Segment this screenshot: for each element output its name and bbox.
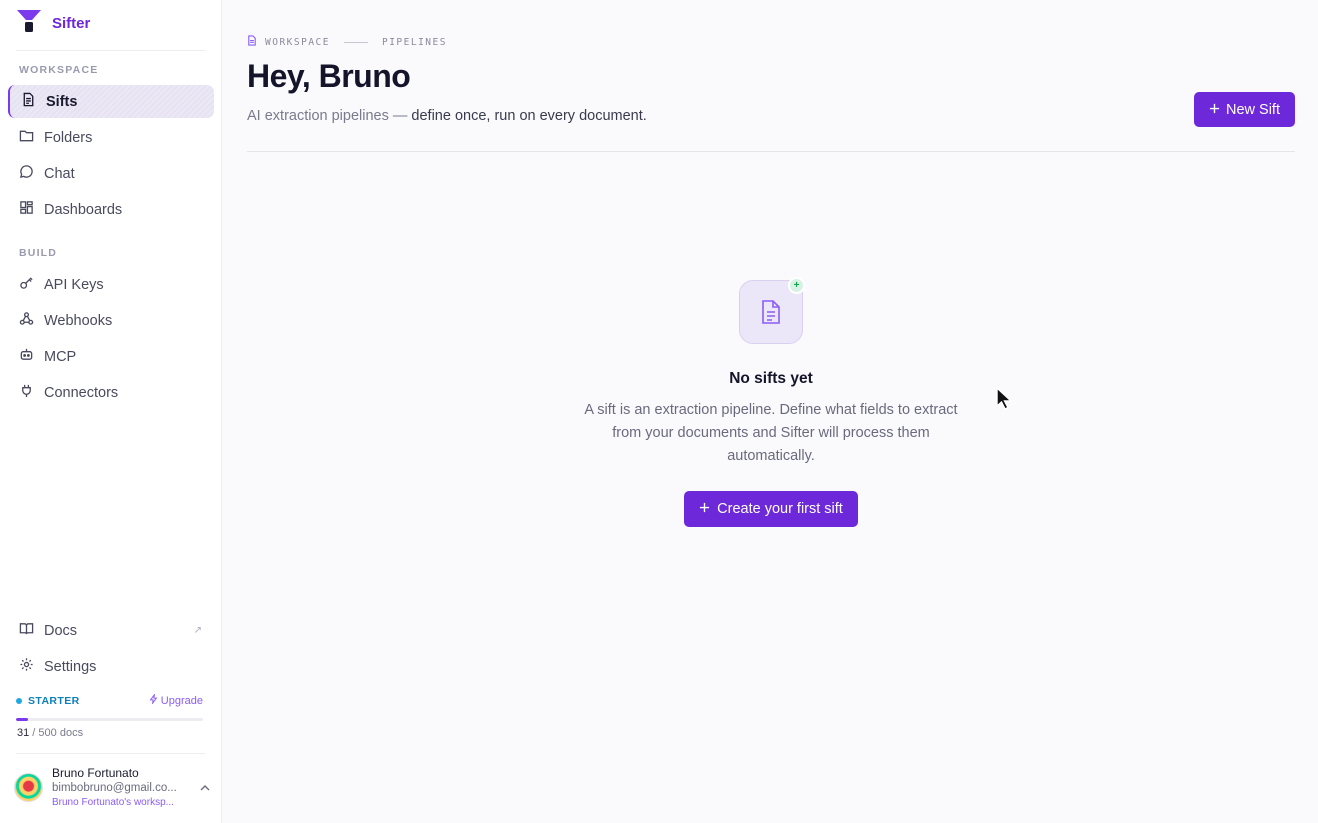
sidebar-item-mcp[interactable]: MCP xyxy=(8,340,214,373)
upgrade-label: Upgrade xyxy=(160,694,203,707)
sidebar-item-label: Sifts xyxy=(46,93,78,110)
breadcrumb-separator xyxy=(343,41,368,43)
mouse-cursor-icon xyxy=(996,386,1014,416)
sidebar-item-label: Connectors xyxy=(44,384,119,401)
plan-name: STARTER xyxy=(28,694,80,707)
sidebar-item-chat[interactable]: Chat xyxy=(8,157,214,190)
divider xyxy=(16,753,205,754)
key-icon xyxy=(19,275,34,294)
sidebar-item-webhooks[interactable]: Webhooks xyxy=(8,304,214,337)
page-title: Hey, Bruno xyxy=(247,58,411,94)
sidebar-item-label: API Keys xyxy=(44,276,104,293)
plan-row: STARTER Upgrade xyxy=(16,693,203,707)
new-sift-label: New Sift xyxy=(1226,101,1280,118)
breadcrumb-file-icon xyxy=(247,35,257,49)
sidebar-item-dashboards[interactable]: Dashboards xyxy=(8,193,214,226)
sidebar-item-label: Settings xyxy=(44,658,97,675)
usage-text: 31 / 500 docs xyxy=(17,727,83,739)
user-workspace: Bruno Fortunato's worksp... xyxy=(52,797,174,808)
breadcrumb: WORKSPACE PIPELINES xyxy=(247,35,447,49)
page-subtitle: AI extraction pipelines — define once, r… xyxy=(247,108,647,124)
chat-bubble-icon xyxy=(19,164,34,183)
plus-badge-icon: + xyxy=(788,277,805,294)
user-email: bimbobruno@gmail.co... xyxy=(52,782,177,794)
sidebar-item-settings[interactable]: Settings xyxy=(8,650,214,683)
create-first-sift-label: Create your first sift xyxy=(717,501,843,517)
sifter-logo-icon xyxy=(16,9,42,38)
section-label-workspace: WORKSPACE xyxy=(19,64,99,76)
sidebar-item-api-keys[interactable]: API Keys xyxy=(8,268,214,301)
subtitle-strong: define once, run on every document. xyxy=(411,108,647,124)
robot-icon xyxy=(19,347,34,366)
breadcrumb-item-pipelines: PIPELINES xyxy=(381,36,447,48)
divider xyxy=(16,50,205,51)
plan-badge: STARTER xyxy=(16,695,80,707)
section-label-build: BUILD xyxy=(19,247,58,259)
sidebar-item-connectors[interactable]: Connectors xyxy=(8,376,214,409)
user-name: Bruno Fortunato xyxy=(52,766,139,780)
upgrade-link[interactable]: Upgrade xyxy=(149,693,203,707)
empty-state-title: No sifts yet xyxy=(729,370,813,387)
sidebar: Sifter WORKSPACE Sifts Folders Chat Dash… xyxy=(0,0,222,823)
breadcrumb-item-workspace[interactable]: WORKSPACE xyxy=(265,37,330,48)
sidebar-item-sifts[interactable]: Sifts xyxy=(8,85,214,118)
chevron-up-icon xyxy=(200,780,210,794)
book-icon xyxy=(19,621,34,640)
usage-progress-fill xyxy=(16,718,28,721)
sidebar-item-folders[interactable]: Folders xyxy=(8,121,214,154)
sidebar-item-docs[interactable]: Docs ↗ xyxy=(8,614,214,647)
lightning-icon xyxy=(149,693,158,707)
new-sift-button[interactable]: New Sift xyxy=(1194,92,1295,127)
sidebar-item-label: Dashboards xyxy=(44,201,123,218)
webhook-icon xyxy=(19,311,34,330)
sidebar-item-label: Webhooks xyxy=(44,312,113,329)
sidebar-item-label: Folders xyxy=(44,129,93,146)
sidebar-item-label: MCP xyxy=(44,348,77,365)
create-first-sift-button[interactable]: Create your first sift xyxy=(684,491,858,527)
file-text-icon xyxy=(21,92,36,111)
plug-icon xyxy=(19,383,34,402)
brand-name: Sifter xyxy=(52,14,91,32)
plus-icon xyxy=(1209,102,1220,118)
divider xyxy=(247,151,1295,152)
usage-limit: / 500 docs xyxy=(29,727,84,739)
subtitle-muted: AI extraction pipelines — xyxy=(247,108,412,124)
sidebar-item-label: Docs xyxy=(44,622,78,639)
external-link-icon: ↗ xyxy=(193,625,202,636)
sidebar-item-label: Chat xyxy=(44,165,75,182)
user-info: Bruno Fortunato bimbobruno@gmail.co... B… xyxy=(52,765,191,809)
user-menu[interactable]: Bruno Fortunato bimbobruno@gmail.co... B… xyxy=(14,765,210,809)
folder-icon xyxy=(19,128,34,147)
dashboard-grid-icon xyxy=(19,200,34,219)
usage-progress-bar xyxy=(16,718,203,721)
brand[interactable]: Sifter xyxy=(16,9,91,38)
plus-icon xyxy=(699,501,710,517)
empty-state-description: A sift is an extraction pipeline. Define… xyxy=(584,402,958,464)
usage-count: 31 xyxy=(17,727,30,739)
status-dot xyxy=(16,697,22,704)
avatar xyxy=(14,772,43,802)
gear-icon xyxy=(19,657,34,676)
